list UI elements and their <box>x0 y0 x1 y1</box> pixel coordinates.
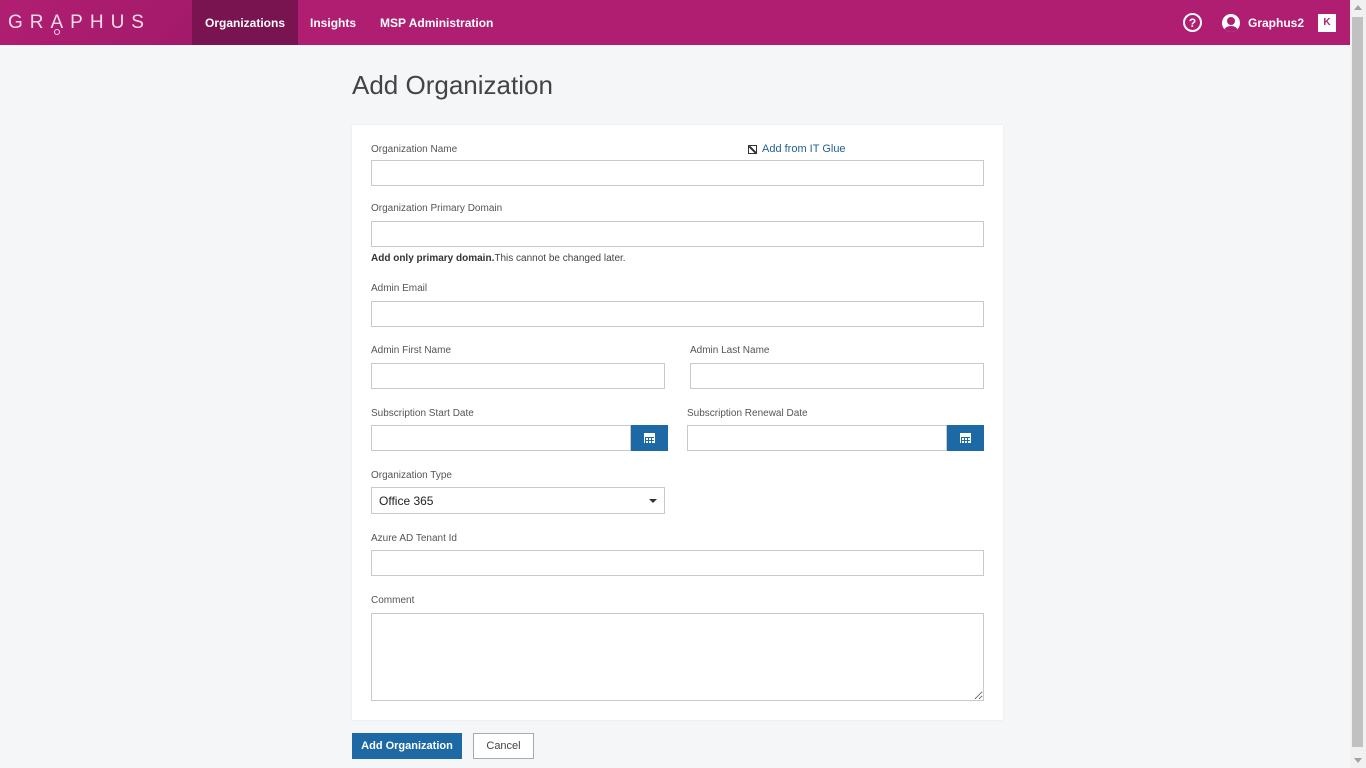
page-scrollbar[interactable] <box>1350 0 1366 768</box>
username[interactable]: Graphus2 <box>1248 16 1304 30</box>
calendar-icon <box>644 433 655 443</box>
logo-text: GRAPHUS <box>8 11 151 33</box>
org-type-value: Office 365 <box>379 493 434 508</box>
azure-tenant-input[interactable] <box>371 550 984 576</box>
sub-renewal-calendar-button[interactable] <box>947 425 984 451</box>
comment-label: Comment <box>371 595 415 606</box>
add-organization-button[interactable]: Add Organization <box>352 733 462 759</box>
logo-node-icon <box>54 29 60 35</box>
nav-msp-administration[interactable]: MSP Administration <box>368 0 505 45</box>
hint-text: This cannot be changed later. <box>494 253 626 264</box>
itglue-link-text: Add from IT Glue <box>762 143 846 155</box>
org-name-input[interactable] <box>371 160 984 186</box>
azure-tenant-label: Azure AD Tenant Id <box>371 533 457 544</box>
itglue-icon <box>748 144 757 154</box>
badge-text: K <box>1323 17 1331 28</box>
chevron-down-icon <box>649 498 657 503</box>
cancel-button[interactable]: Cancel <box>473 733 534 759</box>
org-type-select[interactable]: Office 365 <box>371 487 665 514</box>
sub-start-calendar-button[interactable] <box>631 425 668 451</box>
primary-domain-label: Organization Primary Domain <box>371 203 503 214</box>
nav-label: MSP Administration <box>380 15 494 30</box>
admin-email-label: Admin Email <box>371 283 428 294</box>
primary-domain-input[interactable] <box>371 221 984 247</box>
help-icon[interactable]: ? <box>1182 13 1202 32</box>
kaseya-badge-icon[interactable]: K <box>1318 13 1336 32</box>
sub-start-label: Subscription Start Date <box>371 408 474 419</box>
scroll-thumb[interactable] <box>1352 17 1363 747</box>
nav-label: Organizations <box>205 15 286 30</box>
primary-domain-hint: Add only primary domain.This cannot be c… <box>371 253 626 264</box>
graphus-logo[interactable]: GRAPHUS <box>0 0 192 45</box>
add-organization-form: Organization Name Add from IT Glue Organ… <box>352 125 1003 720</box>
admin-last-name-label: Admin Last Name <box>690 345 770 356</box>
scroll-down-arrow-icon[interactable] <box>1354 758 1362 763</box>
page-title: Add Organization <box>352 70 553 100</box>
admin-email-input[interactable] <box>371 301 984 327</box>
sub-renewal-label: Subscription Renewal Date <box>687 408 808 419</box>
admin-last-name-input[interactable] <box>690 363 984 389</box>
top-navbar: GRAPHUS Organizations Insights MSP Admin… <box>0 0 1350 45</box>
admin-first-name-label: Admin First Name <box>371 345 452 356</box>
nav-right-group: ? Graphus2 K <box>1182 0 1350 45</box>
hint-bold: Add only primary domain. <box>371 253 495 264</box>
comment-textarea[interactable] <box>371 613 984 701</box>
sub-renewal-date-input[interactable] <box>687 425 947 451</box>
calendar-icon <box>960 433 971 443</box>
sub-start-date-input[interactable] <box>371 425 631 451</box>
nav-label: Insights <box>310 15 357 30</box>
org-type-label: Organization Type <box>371 470 452 481</box>
admin-first-name-input[interactable] <box>371 363 665 389</box>
add-from-itglue-link[interactable]: Add from IT Glue <box>748 143 846 155</box>
nav-organizations[interactable]: Organizations <box>192 0 299 45</box>
org-name-label: Organization Name <box>371 144 458 155</box>
nav-insights[interactable]: Insights <box>298 0 368 45</box>
scroll-up-arrow-icon[interactable] <box>1354 5 1362 10</box>
user-avatar-icon[interactable] <box>1221 13 1240 32</box>
